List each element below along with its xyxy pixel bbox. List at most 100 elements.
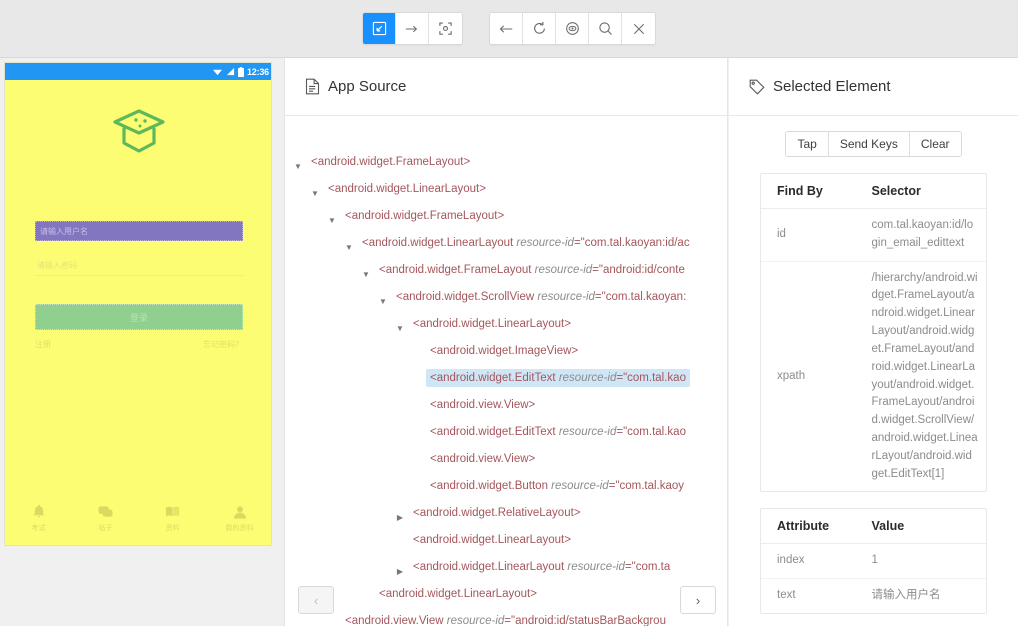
record-button[interactable]	[556, 13, 589, 44]
tree-node-tag: <android.widget.LinearLayout>	[328, 183, 486, 195]
back-button[interactable]	[490, 13, 523, 44]
element-actions: Tap Send Keys Clear	[729, 131, 1018, 157]
table-row: index1	[761, 544, 986, 579]
tree-node-tag: <android.widget.RelativeLayout>	[413, 507, 581, 519]
tree-node-tag: <android.view.View>	[430, 453, 535, 465]
tree-node[interactable]: <android.widget.ImageView>	[285, 337, 727, 364]
chevron-down-icon[interactable]: ▼	[344, 243, 354, 253]
tree-node-tag: <android.widget.FrameLayout>	[311, 156, 470, 168]
tab-posts-label: 帖子	[99, 523, 113, 533]
tree-node-content: <android.view.View>	[426, 450, 539, 468]
tab-exam[interactable]: 考试	[13, 504, 65, 533]
tree-node[interactable]: ▼<android.widget.LinearLayout>	[285, 310, 727, 337]
selected-element-pane: Selected Element Tap Send Keys Clear Fin…	[729, 58, 1018, 626]
tree-node[interactable]: ▼ <android.widget.FrameLayout>	[285, 148, 727, 175]
table-row: xpath/hierarchy/android.widget.FrameLayo…	[761, 261, 986, 491]
chevron-right-icon[interactable]: ▶	[395, 567, 405, 577]
attribute-table-header: Attribute Value	[761, 509, 986, 544]
attribute-header-attribute: Attribute	[761, 509, 856, 544]
wifi-icon	[212, 67, 223, 76]
tree-node[interactable]: ▶ <android.widget.RelativeLayout>	[285, 499, 727, 526]
tree-node-tag: <android.widget.LinearLayout	[413, 561, 567, 573]
select-element-button[interactable]	[363, 13, 396, 44]
tree-node-content: ▼<android.widget.ScrollView resource-id=…	[392, 288, 690, 306]
chat-icon	[98, 505, 113, 519]
tree-node[interactable]: <android.view.View>	[285, 445, 727, 472]
tree-node-attr: resource-id	[516, 237, 574, 249]
tree-node-tag: <android.widget.FrameLayout>	[345, 210, 504, 222]
tap-action-button[interactable]: Tap	[786, 132, 828, 156]
selector-value[interactable]: /hierarchy/android.widget.FrameLayout/an…	[856, 261, 987, 491]
tab-posts[interactable]: 帖子	[80, 505, 132, 533]
attribute-table-body: index1text请输入用户名	[761, 544, 986, 613]
tree-node[interactable]: <android.widget.EditText resource-id="co…	[285, 418, 727, 445]
tree-node[interactable]: ▼ <android.widget.FrameLayout>	[285, 202, 727, 229]
app-source-header: App Source	[285, 58, 727, 116]
chevron-down-icon[interactable]: ▼	[293, 162, 303, 172]
clear-action-button[interactable]: Clear	[910, 132, 961, 156]
attribute-table: Attribute Value index1text请输入用户名	[761, 509, 986, 613]
tree-node-attr-value: ="com.tal.kaoyan:id/ac	[574, 237, 690, 249]
tree-node[interactable]: <android.widget.Button resource-id="com.…	[285, 472, 727, 499]
bell-icon	[32, 504, 46, 519]
tree-node-content: ▶<android.widget.RelativeLayout>	[409, 504, 585, 522]
tree-node-tag: <android.widget.LinearLayout>	[413, 534, 571, 546]
password-input[interactable]: 请输入密码	[35, 256, 243, 276]
signal-icon	[226, 67, 235, 76]
chevron-down-icon[interactable]: ▼	[310, 189, 320, 199]
selector-header-findby: Find By	[761, 174, 856, 209]
tree-node-tag: <android.widget.LinearLayout	[362, 237, 516, 249]
chevron-down-icon[interactable]: ▼	[327, 216, 337, 226]
swipe-by-coordinates-button[interactable]	[396, 13, 429, 44]
tab-profile-label: 我的资料	[226, 523, 254, 533]
tree-node[interactable]: ▼ <android.widget.LinearLayout resource-i…	[285, 229, 727, 256]
chevron-down-icon[interactable]: ▼	[395, 324, 405, 334]
tree-node-content: ▼<android.widget.LinearLayout>	[324, 180, 490, 198]
top-toolbar	[0, 0, 1018, 58]
app-logo	[5, 105, 272, 157]
selector-table-body: idcom.tal.kaoyan:id/login_email_edittext…	[761, 209, 986, 492]
tree-node[interactable]: ▼ <android.widget.LinearLayout>	[285, 175, 727, 202]
search-button[interactable]	[589, 13, 622, 44]
tree-node-attr: resource-id	[551, 480, 609, 492]
attribute-card: Attribute Value index1text请输入用户名	[760, 508, 987, 614]
login-links: 注册 忘记密码？	[35, 339, 243, 350]
table-row: idcom.tal.kaoyan:id/login_email_edittext	[761, 209, 986, 262]
username-input[interactable]: 请输入用户名	[35, 221, 243, 241]
register-link[interactable]: 注册	[35, 339, 51, 350]
tab-materials[interactable]: 资料	[147, 505, 199, 533]
attribute-name: index	[761, 544, 856, 579]
login-button[interactable]: 登录	[35, 304, 243, 330]
tap-by-coordinates-button[interactable]	[429, 13, 462, 44]
interaction-mode-group	[362, 12, 463, 45]
source-tree[interactable]: ▼<android.widget.FrameLayout>▼<android.w…	[285, 116, 727, 626]
tree-node[interactable]: <android.view.View>	[285, 391, 727, 418]
forgot-password-link[interactable]: 忘记密码？	[203, 339, 243, 350]
tree-node-attr-value: ="com.ta	[625, 561, 670, 573]
close-button[interactable]	[622, 13, 655, 44]
next-page-button[interactable]: ›	[680, 586, 716, 614]
book-icon	[165, 505, 180, 519]
selector-table-header: Find By Selector	[761, 174, 986, 209]
prev-page-button[interactable]: ‹	[298, 586, 334, 614]
tree-node[interactable]: ▼<android.widget.ScrollView resource-id=…	[285, 283, 727, 310]
tree-node[interactable]: ▼<android.widget.FrameLayout resource-id…	[285, 256, 727, 283]
tree-node[interactable]: <android.widget.LinearLayout>	[285, 526, 727, 553]
send-keys-action-button[interactable]: Send Keys	[829, 132, 910, 156]
chevron-down-icon[interactable]: ▼	[378, 297, 388, 307]
tree-node[interactable]: <android.widget.EditText resource-id="co…	[285, 364, 727, 391]
selector-value[interactable]: com.tal.kaoyan:id/login_email_edittext	[856, 209, 987, 262]
battery-icon	[238, 67, 244, 77]
refresh-button[interactable]	[523, 13, 556, 44]
app-source-title: App Source	[328, 78, 406, 95]
device-screen[interactable]: 12:36 请输入用户名 请输入密码 登录 注册 忘记密码？	[4, 62, 272, 546]
status-bar-time: 12:36	[247, 67, 269, 77]
tree-node-attr-value: ="com.tal.kao	[616, 426, 686, 438]
chevron-down-icon[interactable]: ▼	[361, 270, 371, 280]
chevron-right-icon[interactable]: ▶	[395, 513, 405, 523]
selected-element-header: Selected Element	[729, 58, 1018, 116]
table-row: text请输入用户名	[761, 579, 986, 613]
tab-profile[interactable]: 我的资料	[214, 505, 266, 533]
tree-node-attr: resource-id	[559, 372, 617, 384]
attribute-value: 请输入用户名	[856, 579, 987, 613]
